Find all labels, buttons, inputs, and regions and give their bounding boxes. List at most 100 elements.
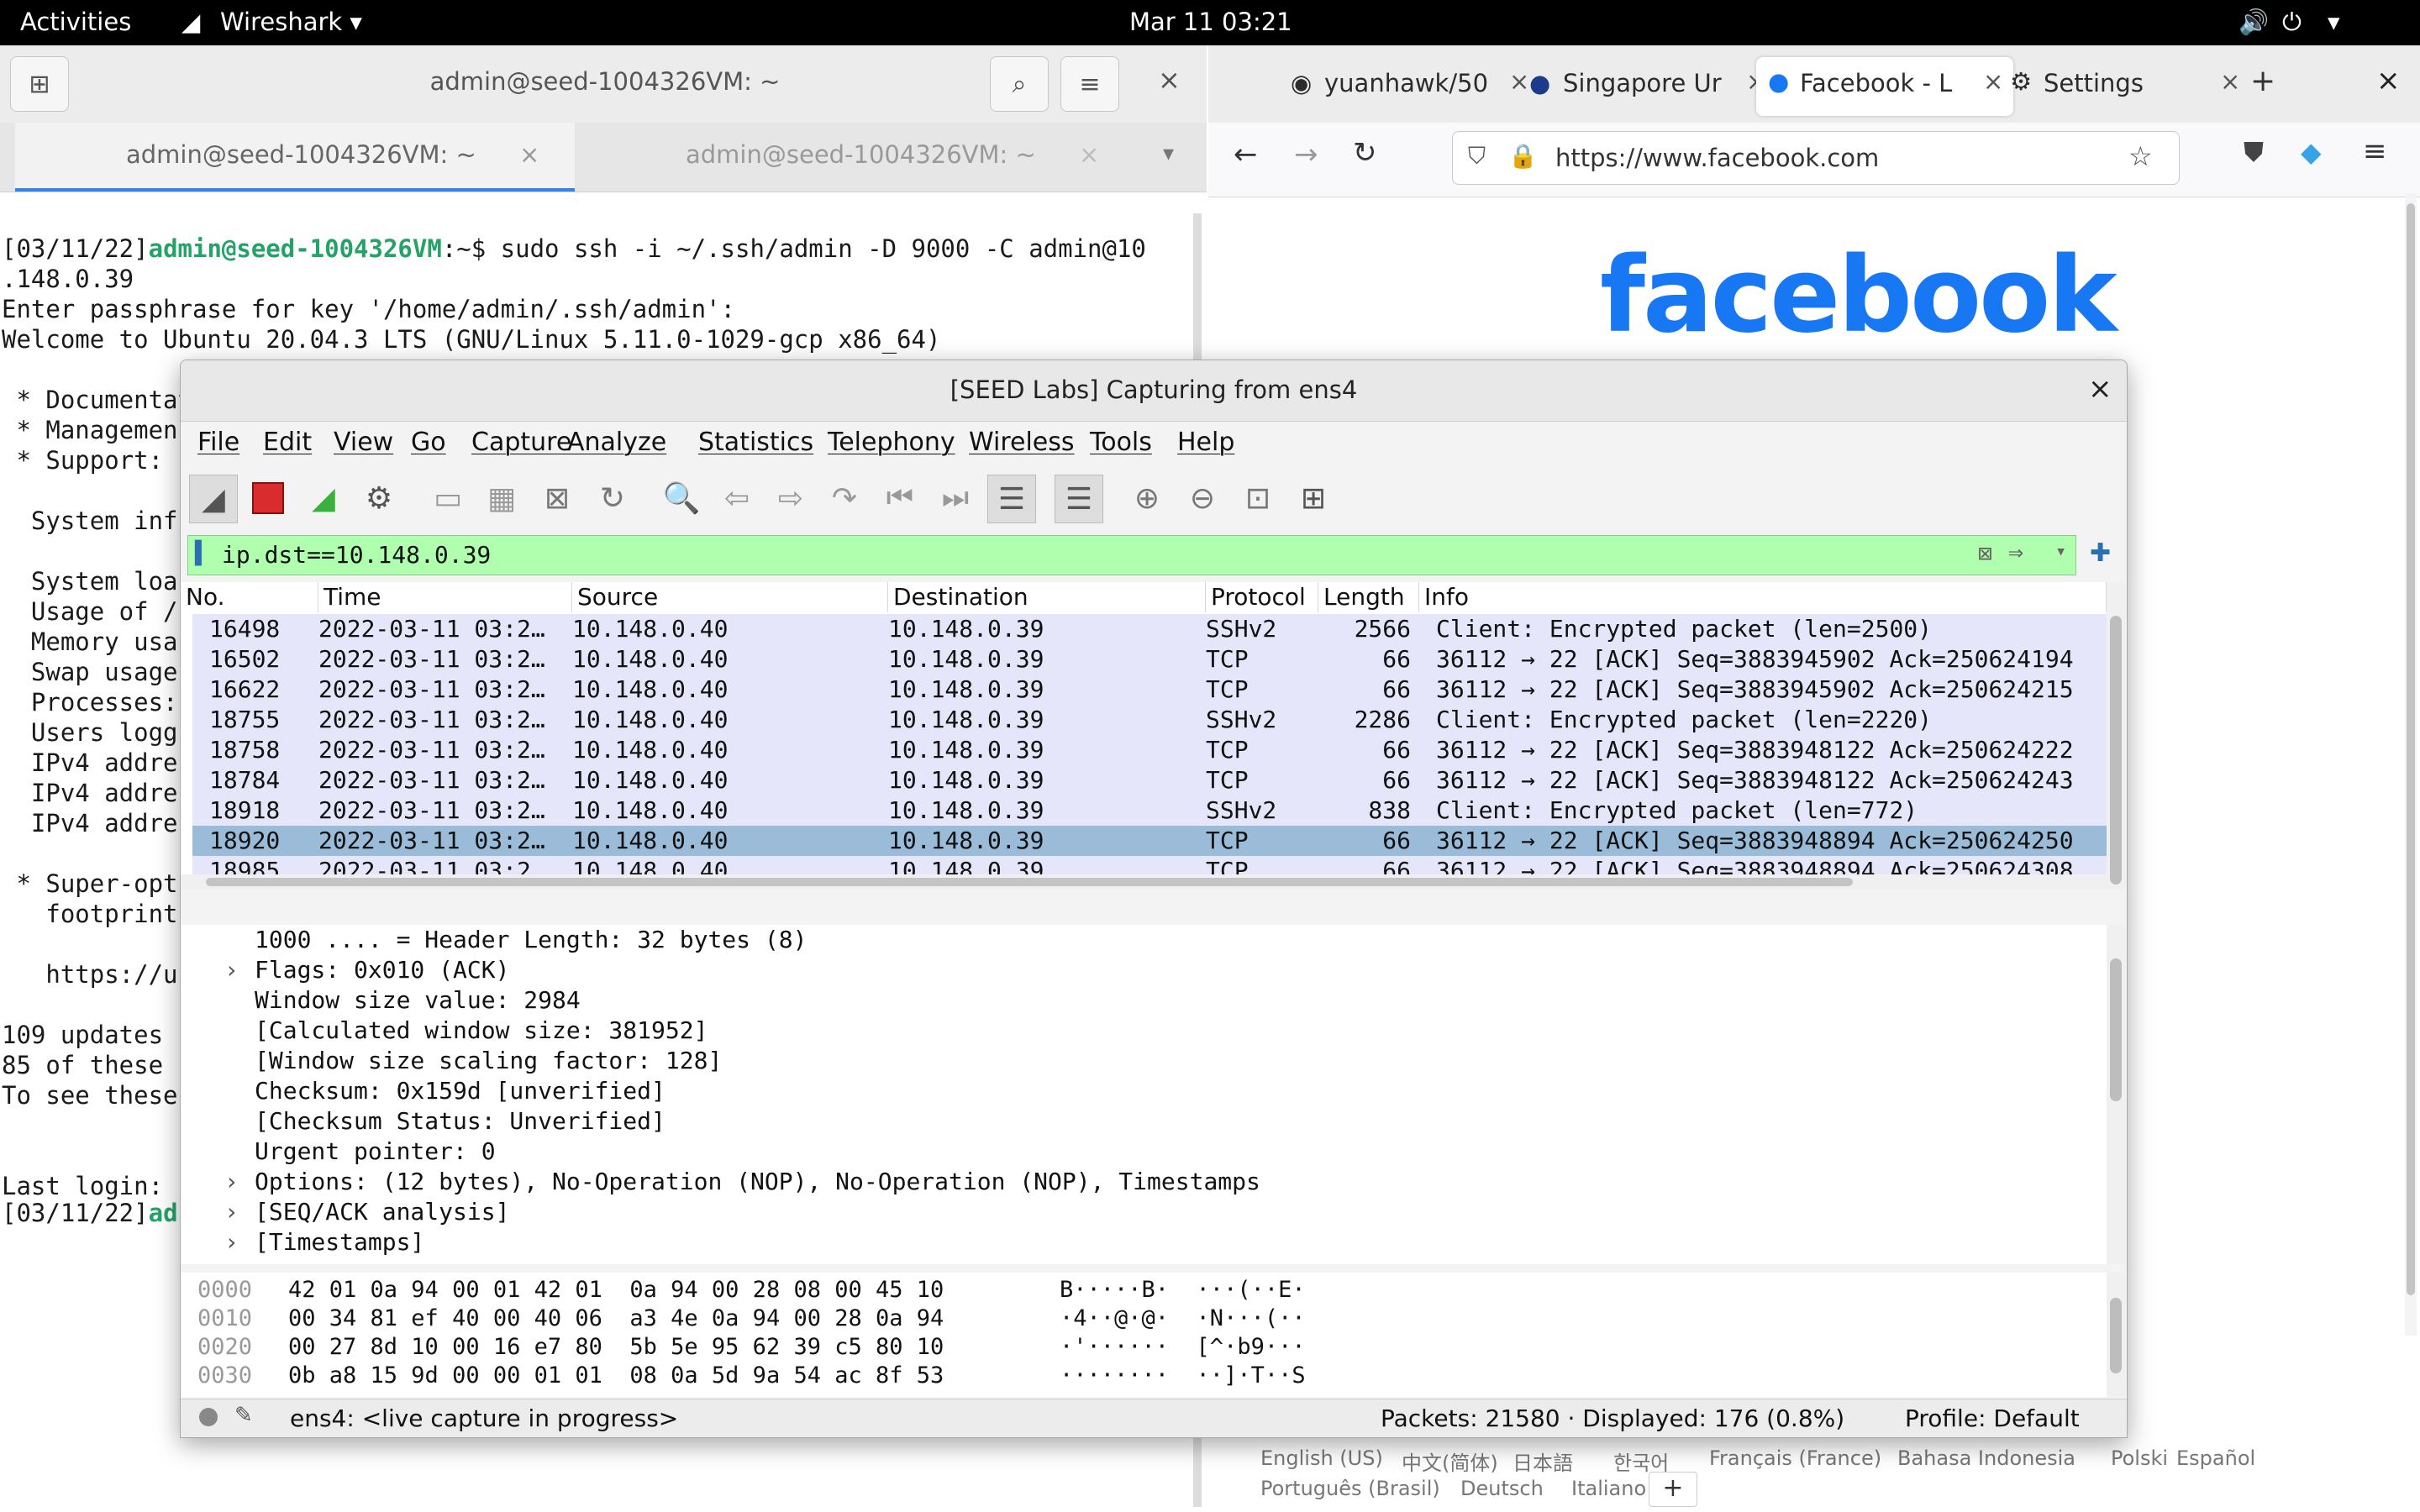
close-tab-icon[interactable]: × [1079,140,1099,169]
packet-row[interactable]: 18920 2022-03-11 03:2… 10.148.0.40 10.148.0… [192,826,2107,856]
column-header-info[interactable]: Info [1419,582,2107,612]
shield-icon[interactable]: ⛉ [1468,142,1486,171]
column-header-no[interactable]: No. [181,582,318,612]
reload-icon[interactable]: ↻ [1353,136,1377,170]
close-window-icon[interactable]: × [2376,64,2401,97]
hex-ascii[interactable]: ·4··@·@· ·N···(·· [1060,1307,1306,1330]
packet-row[interactable]: 16502 2022-03-11 03:2… 10.148.0.40 10.148.0… [192,644,2107,675]
menu-statistics[interactable]: Statistics [698,428,813,457]
normal-size-icon[interactable]: ⊡ [1234,475,1281,522]
language-link[interactable]: Français (France) [1709,1446,1881,1470]
edit-comment-icon[interactable]: ✎ [234,1403,253,1428]
packet-bytes-pane[interactable]: 0000 42 01 0a 94 00 01 42 01 0a 94 00 28 … [181,1273,2107,1397]
go-to-packet-icon[interactable]: ↷ [821,475,868,522]
column-header-protocol[interactable]: Protocol [1206,582,1318,612]
packet-list-hscrollbar[interactable] [181,874,2107,890]
close-tab-icon[interactable]: × [2220,67,2240,96]
tab-facebook[interactable]: ● Facebook - L × [1756,57,2013,116]
find-packet-search-icon[interactable]: 🔍 [658,475,705,522]
system-menu-chevron-icon[interactable]: ▾ [2328,8,2340,36]
profile-status[interactable]: Profile: Default [1905,1404,2080,1432]
bookmark-star-icon[interactable]: ☆ [2128,140,2153,172]
language-link[interactable]: Deutsch [1460,1477,1544,1500]
expand-chevron-icon[interactable]: › [224,955,239,985]
menu-tools[interactable]: Tools [1090,428,1152,457]
menu-capture[interactable]: Capture [471,428,571,457]
filter-history-chevron-icon[interactable]: ▾ [2055,541,2066,562]
search-icon[interactable]: ⌕ [990,56,1049,112]
resize-columns-icon[interactable]: ⊞ [1290,475,1337,522]
language-link[interactable]: 日本語 [1512,1446,1573,1476]
bytes-vscrollbar[interactable] [2107,1273,2125,1397]
packet-row[interactable]: 18918 2022-03-11 03:2… 10.148.0.40 10.148.0… [192,795,2107,826]
packet-list[interactable]: No. Time Source Destination Protocol Length In… [181,582,2107,890]
menu-view[interactable]: View [334,428,393,457]
new-tab-plus-icon[interactable]: + [2250,64,2275,98]
add-filter-button-icon[interactable]: ✚ [2090,538,2111,568]
volume-icon[interactable]: 🔊 [2238,8,2269,37]
last-packet-icon[interactable]: ⏭ [932,475,979,522]
terminal-tab-1[interactable]: admin@seed-1004326VM: ~ × [15,123,575,192]
hex-bytes[interactable]: 00 34 81 ef 40 00 40 06 a3 4e 0a 94 00 2… [288,1307,944,1330]
language-link[interactable]: English (US) [1260,1446,1383,1470]
add-language-button[interactable]: + [1649,1472,1697,1507]
clock[interactable]: Mar 11 03:21 [1129,8,1292,36]
open-file-icon[interactable]: ▭ [424,475,471,522]
packet-details-tree[interactable]: 1000 .... = Header Length: 32 bytes (8) ›… [181,925,2107,1264]
language-link[interactable]: Português (Brasil) [1260,1477,1440,1500]
packet-list-vscrollbar[interactable] [2107,582,2125,890]
stop-capture-icon[interactable] [245,475,292,522]
hamburger-menu-icon[interactable]: ≡ [1060,56,1119,112]
display-filter-input[interactable]: ▌ ip.dst==10.148.0.39 ⊠ ⇒ ▾ [187,535,2076,575]
app-menu-button[interactable]: Wireshark ▾ [220,8,362,36]
menu-analyze[interactable]: Analyze [567,428,666,457]
close-file-icon[interactable]: ⊠ [534,475,581,522]
packet-row[interactable]: 18755 2022-03-11 03:2… 10.148.0.40 10.148.0… [192,705,2107,735]
close-tab-icon[interactable]: × [519,140,539,169]
hex-ascii[interactable]: ·'······ [^·b9··· [1060,1336,1306,1358]
menu-wireless[interactable]: Wireless [969,428,1075,457]
column-header-time[interactable]: Time [318,582,572,612]
menu-help[interactable]: Help [1177,428,1234,457]
first-packet-icon[interactable]: ⏮ [876,475,923,522]
packet-row[interactable]: 16622 2022-03-11 03:2… 10.148.0.40 10.148.0… [192,675,2107,705]
packet-row[interactable]: 16498 2022-03-11 03:2… 10.148.0.40 10.148.0… [192,614,2107,644]
capture-options-gear-icon[interactable]: ⚙ [355,475,402,522]
page-scrollbar[interactable] [2405,193,2417,1336]
back-arrow-icon[interactable]: ← [1234,138,1258,171]
expand-chevron-icon[interactable]: › [224,1227,239,1257]
hex-bytes[interactable]: 0b a8 15 9d 00 00 01 01 08 0a 5d 9a 54 a… [288,1364,944,1387]
language-link[interactable]: Español [2176,1446,2255,1470]
column-header-length[interactable]: Length [1318,582,1419,612]
terminal-tab-2[interactable]: admin@seed-1004326VM: ~ × [575,123,1134,192]
zoom-out-icon[interactable]: ⊖ [1179,475,1226,522]
zoom-in-icon[interactable]: ⊕ [1123,475,1171,522]
language-link[interactable]: Bahasa Indonesia [1897,1446,2075,1470]
url-bar[interactable]: ⛉ 🔒 https://www.facebook.com ☆ [1452,131,2180,185]
tab-list-chevron-icon[interactable]: ▾ [1163,141,1174,166]
tab-github[interactable]: ◉ yuanhawk/50 × [1291,57,1536,116]
details-vscrollbar[interactable] [2107,925,2125,1264]
extension-icon[interactable]: ◆ [2301,136,2322,168]
power-icon[interactable]: ⏻ [2282,8,2302,37]
hex-ascii[interactable]: B·····B· ···(··E· [1060,1278,1306,1301]
start-capture-fin-icon[interactable]: ◢ [189,475,238,523]
menu-file[interactable]: File [197,428,239,457]
autoscroll-icon[interactable]: ☰ [987,475,1036,523]
expand-chevron-icon[interactable]: › [224,1167,239,1197]
expert-info-status-icon[interactable] [199,1408,218,1426]
language-link[interactable]: 中文(简体) [1402,1446,1498,1476]
hex-ascii[interactable]: ········ ··]·T··S [1060,1364,1306,1387]
menu-go[interactable]: Go [411,428,446,457]
facebook-logo[interactable]: facebook [1600,235,2118,356]
go-forward-icon[interactable]: ⇨ [767,475,814,522]
close-icon[interactable]: × [2088,372,2112,406]
colorize-icon[interactable]: ☰ [1055,475,1103,523]
menu-edit[interactable]: Edit [263,428,312,457]
new-tab-icon[interactable]: ⊞ [10,56,69,112]
menu-telephony[interactable]: Telephony [828,428,955,457]
activities-button[interactable]: Activities [20,8,131,36]
apply-filter-arrow-icon[interactable]: ⇒ [2008,538,2023,567]
close-tab-icon[interactable]: × [1983,67,2003,96]
hex-bytes[interactable]: 42 01 0a 94 00 01 42 01 0a 94 00 28 08 0… [288,1278,944,1301]
